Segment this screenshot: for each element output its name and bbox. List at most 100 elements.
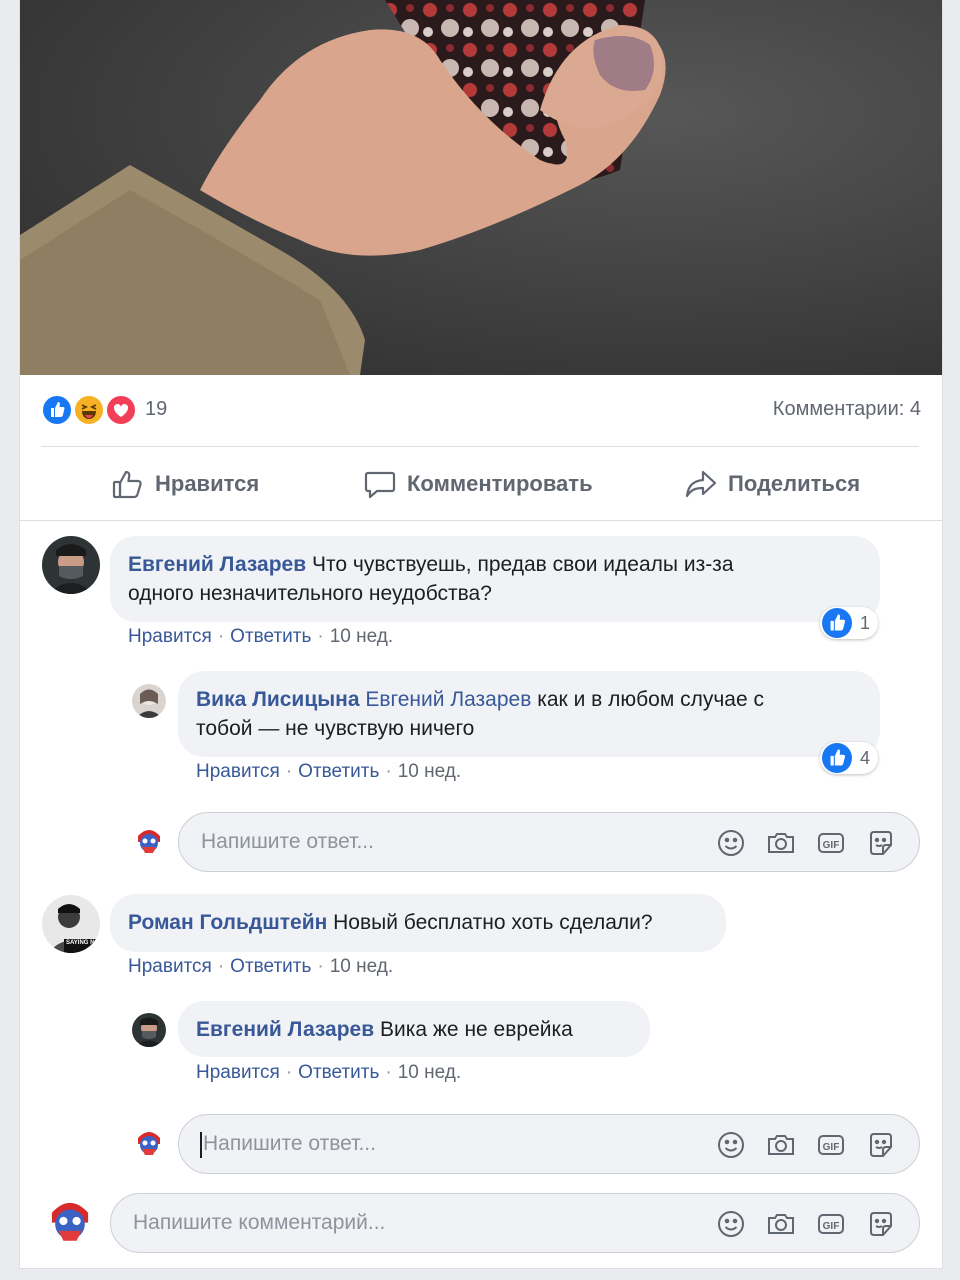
input-tools: GIF	[715, 827, 897, 859]
reply-like-badge[interactable]: 4	[820, 742, 879, 774]
gif-icon[interactable]: GIF	[815, 1208, 847, 1240]
reply-avatar[interactable]	[132, 1013, 166, 1047]
comment-meta: Нравится · Ответить · 10 нед.	[128, 956, 393, 978]
reply-input-placeholder: Напишите ответ...	[203, 1132, 376, 1155]
post-stats: 19 Комментарии: 4	[41, 390, 921, 430]
reply-time[interactable]: 10 нед.	[398, 1062, 461, 1083]
like-button[interactable]: Нравится	[111, 452, 259, 516]
comment-time[interactable]: 10 нед.	[330, 626, 393, 647]
camera-icon[interactable]	[765, 1208, 797, 1240]
avatar-image	[132, 1013, 166, 1047]
separator-dot: ·	[385, 1062, 392, 1083]
text-cursor	[200, 1132, 202, 1158]
reply-like-count: 4	[860, 747, 871, 768]
input-tools: GIF	[715, 1208, 897, 1240]
sticker-icon[interactable]	[865, 1129, 897, 1161]
comment-reply-link[interactable]: Ответить	[230, 626, 311, 647]
comment-button[interactable]: Комментировать	[363, 452, 593, 516]
comment-like-badge[interactable]: 1	[820, 607, 879, 639]
share-arrow-icon	[684, 467, 718, 501]
reply-meta: Нравится · Ответить · 10 нед.	[196, 1062, 461, 1084]
avatar-image	[42, 1193, 98, 1249]
gif-icon[interactable]: GIF	[815, 827, 847, 859]
comment-input[interactable]: Напишите комментарий... GIF	[110, 1193, 920, 1253]
sticker-icon[interactable]	[865, 827, 897, 859]
reply-avatar[interactable]	[132, 684, 166, 718]
reply-text: как и в любом случае с	[537, 688, 764, 711]
current-user-avatar	[132, 824, 166, 858]
avatar-caption: SAYING NA	[66, 940, 99, 946]
emoji-icon[interactable]	[715, 1129, 747, 1161]
haha-icon	[73, 394, 105, 426]
reply-time[interactable]: 10 нед.	[398, 761, 461, 782]
reply-input-placeholder: Напишите ответ...	[201, 830, 374, 853]
separator-dot: ·	[285, 1062, 293, 1083]
post-actions: Нравится Комментировать Поделиться	[41, 452, 919, 516]
comment-bubble: Евгений Лазарев Что чувствуешь, предав с…	[110, 536, 880, 622]
avatar-image	[132, 1126, 166, 1160]
like-icon	[822, 608, 852, 638]
separator-dot: ·	[285, 761, 293, 782]
comment-label: Комментировать	[407, 471, 593, 496]
comment-like-link[interactable]: Нравится	[128, 626, 212, 647]
camera-icon[interactable]	[765, 1129, 797, 1161]
avatar[interactable]	[42, 536, 100, 594]
separator-dot: ·	[317, 956, 324, 977]
svg-text:GIF: GIF	[823, 1142, 840, 1153]
separator-dot: ·	[217, 626, 225, 647]
emoji-icon[interactable]	[715, 827, 747, 859]
current-user-avatar	[132, 1126, 166, 1160]
reply-author[interactable]: Евгений Лазарев	[196, 1018, 374, 1041]
comment-text-line: Евгений Лазарев Что чувствуешь, предав с…	[128, 550, 862, 579]
reply-text-line: Евгений Лазарев Вика же не еврейка	[196, 1015, 632, 1044]
comment-author[interactable]: Евгений Лазарев	[128, 553, 306, 576]
avatar-image	[132, 824, 166, 858]
emoji-icon[interactable]	[715, 1208, 747, 1240]
input-tools: GIF	[715, 1129, 897, 1161]
comment-time[interactable]: 10 нед.	[330, 956, 393, 977]
comment-reply-link[interactable]: Ответить	[230, 956, 311, 977]
reply-author[interactable]: Вика Лисицына	[196, 688, 360, 711]
reply-like-link[interactable]: Нравится	[196, 761, 280, 782]
reply-text: Вика же не еврейка	[379, 1018, 573, 1041]
avatar-image	[132, 684, 166, 718]
reaction-count[interactable]: 19	[145, 398, 167, 421]
reply-like-link[interactable]: Нравится	[196, 1062, 280, 1083]
reply-reply-link[interactable]: Ответить	[298, 1062, 379, 1083]
post-card: 19 Комментарии: 4 Нравится Комментироват…	[19, 0, 943, 1269]
svg-text:GIF: GIF	[823, 840, 840, 851]
share-label: Поделиться	[728, 471, 861, 496]
comment-text-continued: одного незначительного неудобства?	[128, 582, 492, 605]
separator-dot: ·	[317, 626, 324, 647]
thumbs-up-icon	[111, 467, 145, 501]
reply-bubble: Вика Лисицына Евгений Лазарев как и в лю…	[178, 671, 880, 757]
reply-reply-link[interactable]: Ответить	[298, 761, 379, 782]
svg-text:GIF: GIF	[823, 1221, 840, 1232]
reply-bubble: Евгений Лазарев Вика же не еврейка	[178, 1001, 650, 1057]
comment-meta: Нравится · Ответить · 10 нед.	[128, 626, 393, 648]
avatar[interactable]: SAYING NA	[42, 895, 100, 953]
reply-meta: Нравится · Ответить · 10 нед.	[196, 761, 461, 783]
love-icon	[105, 394, 137, 426]
post-photo[interactable]	[20, 0, 942, 375]
reply-text-continued: тобой — не чувствую ничего	[196, 717, 475, 740]
comment-like-link[interactable]: Нравится	[128, 956, 212, 977]
comment-text: Что чувствуешь, предав свои идеалы из-за	[311, 553, 734, 576]
share-button[interactable]: Поделиться	[684, 452, 860, 516]
comment-text: Новый бесплатно хоть сделали?	[333, 911, 653, 934]
reply-text-line: Вика Лисицына Евгений Лазарев как и в лю…	[196, 685, 862, 714]
comment-author[interactable]: Роман Гольдштейн	[128, 911, 327, 934]
like-icon	[822, 743, 852, 773]
like-label: Нравится	[155, 471, 260, 496]
like-icon	[41, 394, 73, 426]
comments-count-link[interactable]: Комментарии: 4	[773, 398, 921, 421]
sticker-icon[interactable]	[865, 1208, 897, 1240]
speech-bubble-icon	[363, 467, 397, 501]
separator-dot: ·	[217, 956, 225, 977]
gif-icon[interactable]: GIF	[815, 1129, 847, 1161]
mention-link[interactable]: Евгений Лазарев	[365, 688, 531, 711]
reply-input[interactable]: Напишите ответ... GIF	[178, 1114, 920, 1174]
comment-like-count: 1	[860, 612, 871, 633]
camera-icon[interactable]	[765, 827, 797, 859]
reply-input[interactable]: Напишите ответ... GIF	[178, 812, 920, 872]
